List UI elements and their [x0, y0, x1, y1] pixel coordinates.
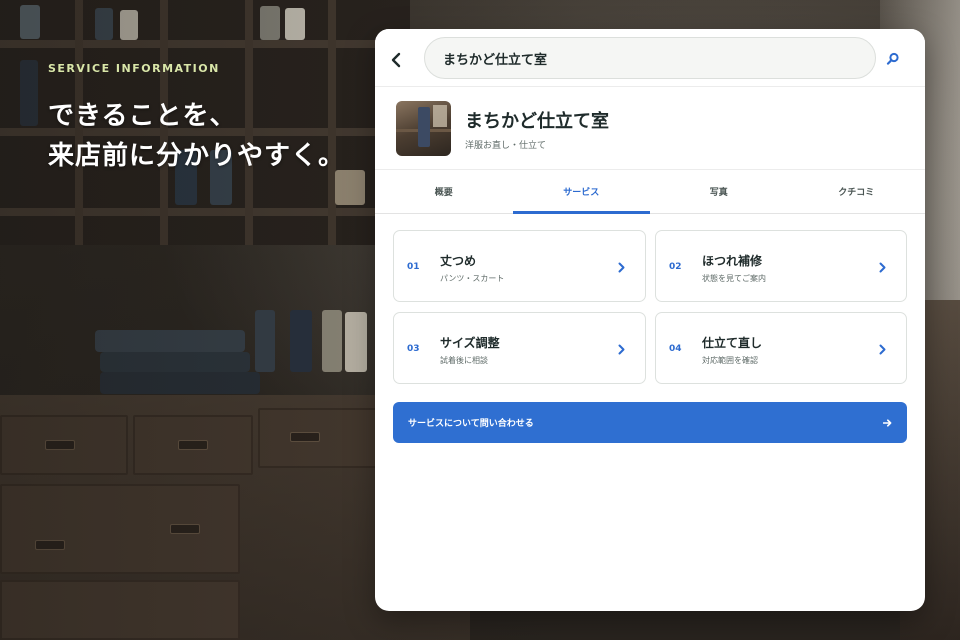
inquiry-button[interactable]: サービスについて問い合わせる [393, 402, 907, 443]
search-input[interactable] [443, 50, 857, 66]
service-number: 01 [407, 262, 420, 272]
service-card-repair[interactable]: 02 ほつれ補修 状態を見てご案内 [655, 230, 907, 302]
tab-services[interactable]: サービス [512, 170, 651, 214]
hero-headline-line1: できることを、 [48, 101, 237, 131]
service-subtitle: 状態を見てご案内 [702, 274, 766, 283]
back-button[interactable] [385, 49, 407, 71]
service-subtitle: 試着後に相談 [440, 356, 488, 365]
service-subtitle: パンツ・スカート [440, 274, 505, 283]
chevron-right-icon [618, 344, 625, 355]
service-card-hemming[interactable]: 01 丈つめ パンツ・スカート [393, 230, 646, 302]
arrow-right-icon [883, 418, 892, 427]
service-title: 丈つめ [440, 254, 477, 268]
tab-photos[interactable]: 写真 [650, 170, 788, 213]
service-number: 03 [407, 344, 420, 354]
tab-reviews[interactable]: クチコミ [788, 170, 926, 213]
service-number: 02 [669, 262, 682, 272]
shop-header: まちかど仕立て室 洋服お直し・仕立て [375, 87, 925, 170]
search-field[interactable] [424, 37, 876, 79]
service-number: 04 [669, 344, 682, 354]
shop-category: 洋服お直し・仕立て [465, 141, 547, 151]
shop-name: まちかど仕立て室 [465, 111, 609, 132]
chevron-left-icon [391, 52, 401, 68]
tab-overview[interactable]: 概要 [375, 170, 513, 213]
app-panel: まちかど仕立て室 洋服お直し・仕立て 概要 サービス 写真 クチコミ 01 丈つ… [375, 29, 925, 611]
service-title: 仕立て直し [702, 336, 763, 350]
search-icon[interactable] [885, 51, 901, 67]
eyebrow-label: SERVICE INFORMATION [48, 62, 220, 75]
tab-bar: 概要 サービス 写真 クチコミ [375, 170, 925, 214]
hero-headline: できることを、 来店前に分かりやすく。 [48, 96, 345, 176]
service-subtitle: 対応範囲を確認 [702, 356, 758, 365]
chevron-right-icon [618, 262, 625, 273]
service-card-resize[interactable]: 03 サイズ調整 試着後に相談 [393, 312, 646, 384]
service-title: ほつれ補修 [702, 254, 763, 268]
shop-thumbnail [396, 101, 451, 156]
search-bar [375, 29, 925, 87]
service-list: 01 丈つめ パンツ・スカート 02 ほつれ補修 状態を見てご案内 03 サイズ… [393, 230, 907, 384]
inquiry-button-label: サービスについて問い合わせる [408, 419, 534, 429]
hero-headline-line2: 来店前に分かりやすく。 [48, 141, 346, 171]
chevron-right-icon [879, 262, 886, 273]
service-card-remake[interactable]: 04 仕立て直し 対応範囲を確認 [655, 312, 907, 384]
service-title: サイズ調整 [440, 336, 500, 350]
chevron-right-icon [879, 344, 886, 355]
